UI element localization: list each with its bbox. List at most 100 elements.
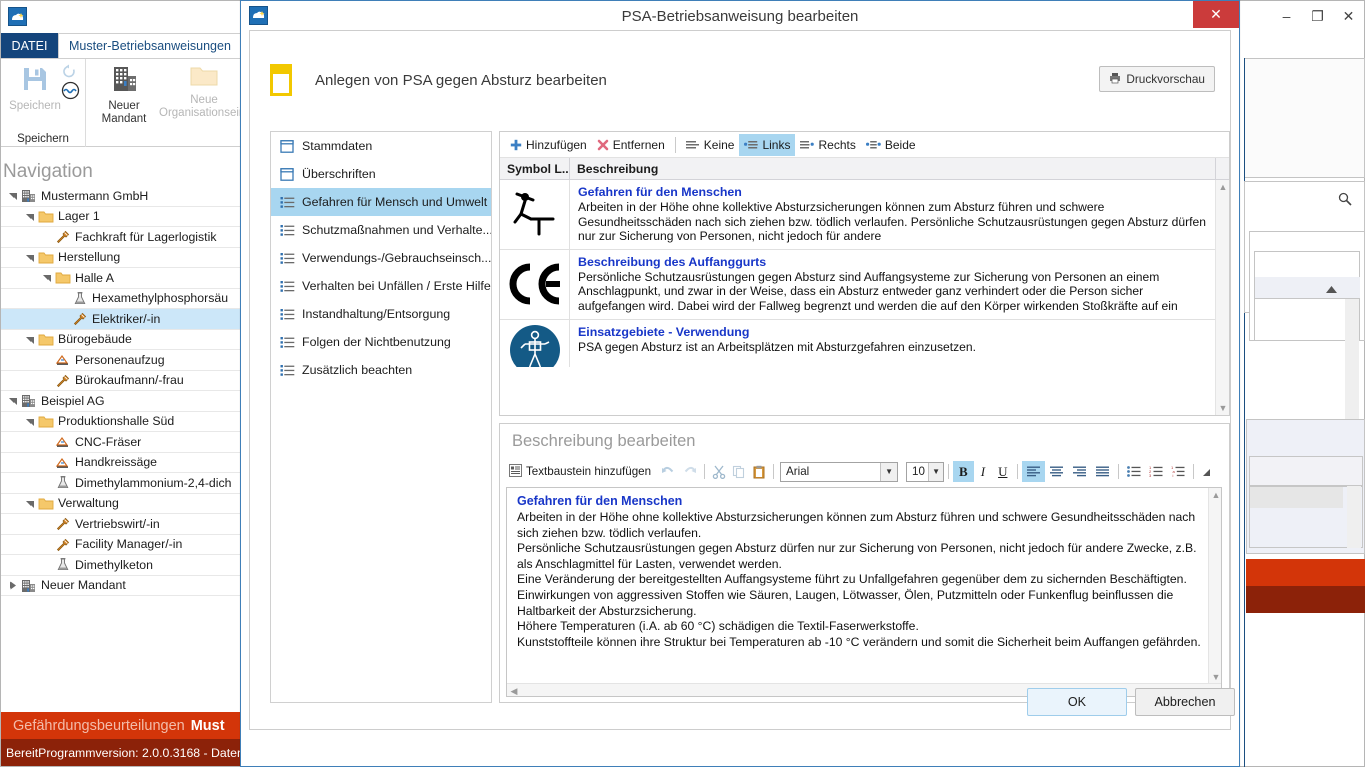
table-row[interactable]: Gefahren für den Menschen Arbeiten in der… [500, 180, 1215, 250]
navigation-tree[interactable]: Mustermann GmbH Lager 1 Fachkraft für Lage… [1, 186, 243, 711]
section-list-item[interactable]: Gefahren für Mensch und Umwelt [271, 188, 491, 216]
breadcrumb-dim: Gefährdungsbeurteilungen [13, 717, 185, 734]
chevron-down-icon[interactable] [25, 416, 36, 427]
align-none-button[interactable]: Keine [681, 134, 740, 156]
minimize-button[interactable]: – [1271, 1, 1302, 31]
section-list-item[interactable]: Schutzmaßnahmen und Verhalte... [271, 216, 491, 244]
ribbon-tab-muster[interactable]: Muster-Betriebsanweisungen [58, 33, 242, 58]
insert-textblock-button[interactable]: Textbaustein hinzufügen [506, 461, 654, 482]
tree-node-label: Mustermann GmbH [41, 188, 149, 203]
editor-paragraph: Arbeiten in der Höhe ohne kollektive Abs… [517, 510, 1196, 540]
chevron-down-icon[interactable] [8, 190, 19, 201]
tree-node[interactable]: Verwaltung [1, 494, 243, 514]
maximize-button[interactable]: ❐ [1302, 1, 1333, 31]
tree-node[interactable]: Herstellung [1, 248, 243, 268]
section-list-item[interactable]: Folgen der Nichtbenutzung [271, 328, 491, 356]
chevron-down-icon[interactable] [42, 272, 53, 283]
table-row[interactable]: Einsatzgebiete - Verwendung PSA gegen Abs… [500, 319, 1215, 367]
editor-textarea[interactable]: Gefahren für den Menschen Arbeiten in der… [506, 487, 1222, 697]
remove-button[interactable]: Entfernen [592, 134, 670, 156]
italic-button[interactable]: I [974, 461, 992, 482]
chevron-down-icon[interactable] [8, 395, 19, 406]
chevron-down-icon[interactable]: ▼ [880, 462, 898, 481]
scroll-down-icon[interactable]: ▼ [1216, 401, 1230, 415]
align-both-button[interactable]: Beide [861, 134, 921, 156]
save-button[interactable]: Speichern [5, 64, 65, 113]
chevron-down-icon[interactable] [25, 498, 36, 509]
column-header-description[interactable]: Beschreibung [570, 158, 1215, 179]
scroll-up-icon[interactable]: ▲ [1209, 488, 1221, 502]
tree-node[interactable]: Produktionshalle Süd [1, 412, 243, 432]
chevron-down-icon[interactable] [25, 211, 36, 222]
ok-button[interactable]: OK [1027, 688, 1127, 716]
tree-node[interactable]: Fachkraft für Lagerlogistik [1, 227, 243, 248]
align-right-button[interactable] [1068, 461, 1091, 482]
tree-node[interactable]: Halle A [1, 268, 243, 289]
editor-vertical-scrollbar[interactable]: ▲ ▼ [1208, 488, 1221, 684]
font-family-select[interactable]: Arial ▼ [780, 461, 899, 482]
scroll-up-icon[interactable]: ▲ [1216, 180, 1230, 194]
tree-node[interactable]: CNC-Fräser [1, 432, 243, 453]
chevron-down-icon[interactable] [25, 252, 36, 263]
section-list-item[interactable]: Überschriften [271, 160, 491, 188]
cancel-button[interactable]: Abbrechen [1135, 688, 1235, 716]
chevron-right-icon[interactable] [8, 580, 19, 591]
section-list-item[interactable]: Zusätzlich beachten [271, 356, 491, 384]
cut-button[interactable] [709, 461, 729, 482]
column-header-symbol[interactable]: Symbol L... [500, 158, 570, 179]
scroll-down-icon[interactable]: ▼ [1209, 670, 1221, 684]
multilevel-list-button[interactable]: 1ai [1167, 461, 1189, 482]
tree-node[interactable]: Vertriebswirt/-in [1, 514, 243, 535]
section-list-item[interactable]: Stammdaten [271, 132, 491, 160]
grid-vertical-scrollbar[interactable]: ▲ ▼ [1215, 180, 1229, 415]
table-row[interactable]: Beschreibung des Auffanggurts Persönliche… [500, 249, 1215, 320]
align-right-button[interactable]: Rechts [795, 134, 860, 156]
tree-node[interactable]: Bürokaufmann/-frau [1, 371, 243, 391]
tree-node[interactable]: Bürogebäude [1, 330, 243, 350]
overflow-arrow-icon[interactable] [1198, 461, 1214, 482]
align-justify-button[interactable] [1091, 461, 1114, 482]
section-list[interactable]: Stammdaten Überschriften Gefahren für Mens… [270, 131, 492, 703]
print-preview-button[interactable]: Druckvorschau [1099, 66, 1215, 92]
tree-node[interactable]: Beispiel AG [1, 391, 243, 412]
tree-node[interactable]: Elektriker/-in [1, 309, 243, 330]
close-button[interactable]: ✕ [1333, 1, 1364, 31]
underline-button[interactable]: U [992, 461, 1013, 482]
new-mandant-button[interactable]: Neuer Mandant [89, 64, 159, 126]
redo-button[interactable] [679, 461, 700, 482]
tree-node[interactable]: Facility Manager/-in [1, 535, 243, 555]
paste-button[interactable] [749, 461, 769, 482]
editor-content[interactable]: Gefahren für den Menschen Arbeiten in der… [517, 493, 1203, 650]
add-button[interactable]: Hinzufügen [505, 134, 592, 156]
tree-node[interactable]: Dimethylketon [1, 555, 243, 576]
ribbon-tab-datei[interactable]: DATEI [1, 33, 58, 58]
search-icon[interactable] [1338, 192, 1352, 209]
section-list-item[interactable]: Verwendungs-/Gebrauchseinsch... [271, 244, 491, 272]
bg-status-bar [1246, 586, 1365, 613]
font-size-select[interactable]: 10 ▼ [906, 461, 945, 482]
align-center-button[interactable] [1045, 461, 1068, 482]
tree-node[interactable]: Dimethylammonium-2,4-dich [1, 473, 243, 494]
chevron-down-icon[interactable]: ▼ [928, 462, 944, 481]
chevron-down-icon[interactable] [25, 334, 36, 345]
tree-node[interactable]: Neuer Mandant [1, 576, 243, 596]
grid-rows[interactable]: Gefahren für den Menschen Arbeiten in der… [500, 180, 1215, 367]
dialog-close-button[interactable]: ✕ [1193, 1, 1239, 28]
section-list-item[interactable]: Instandhaltung/Entsorgung [271, 300, 491, 328]
tree-node[interactable]: Mustermann GmbH [1, 186, 243, 207]
folder-icon [38, 211, 54, 223]
copy-button[interactable] [729, 461, 749, 482]
bold-button[interactable]: B [953, 461, 974, 482]
tree-node[interactable]: Hexamethylphosphorsäu [1, 289, 243, 309]
bullet-list-button[interactable] [1123, 461, 1145, 482]
tree-node[interactable]: Personenaufzug [1, 350, 243, 371]
align-left-button[interactable]: Links [739, 133, 796, 156]
align-left-button[interactable] [1022, 461, 1046, 482]
numbered-list-button[interactable]: 123 [1145, 461, 1167, 482]
new-org-unit-button[interactable]: Neue Organisationseinh [159, 64, 252, 120]
undo-button[interactable] [658, 461, 679, 482]
globe-icon[interactable] [61, 81, 80, 103]
section-list-item[interactable]: Verhalten bei Unfällen / Erste Hilfe [271, 272, 491, 300]
tree-node[interactable]: Handkreissäge [1, 453, 243, 473]
tree-node[interactable]: Lager 1 [1, 207, 243, 227]
